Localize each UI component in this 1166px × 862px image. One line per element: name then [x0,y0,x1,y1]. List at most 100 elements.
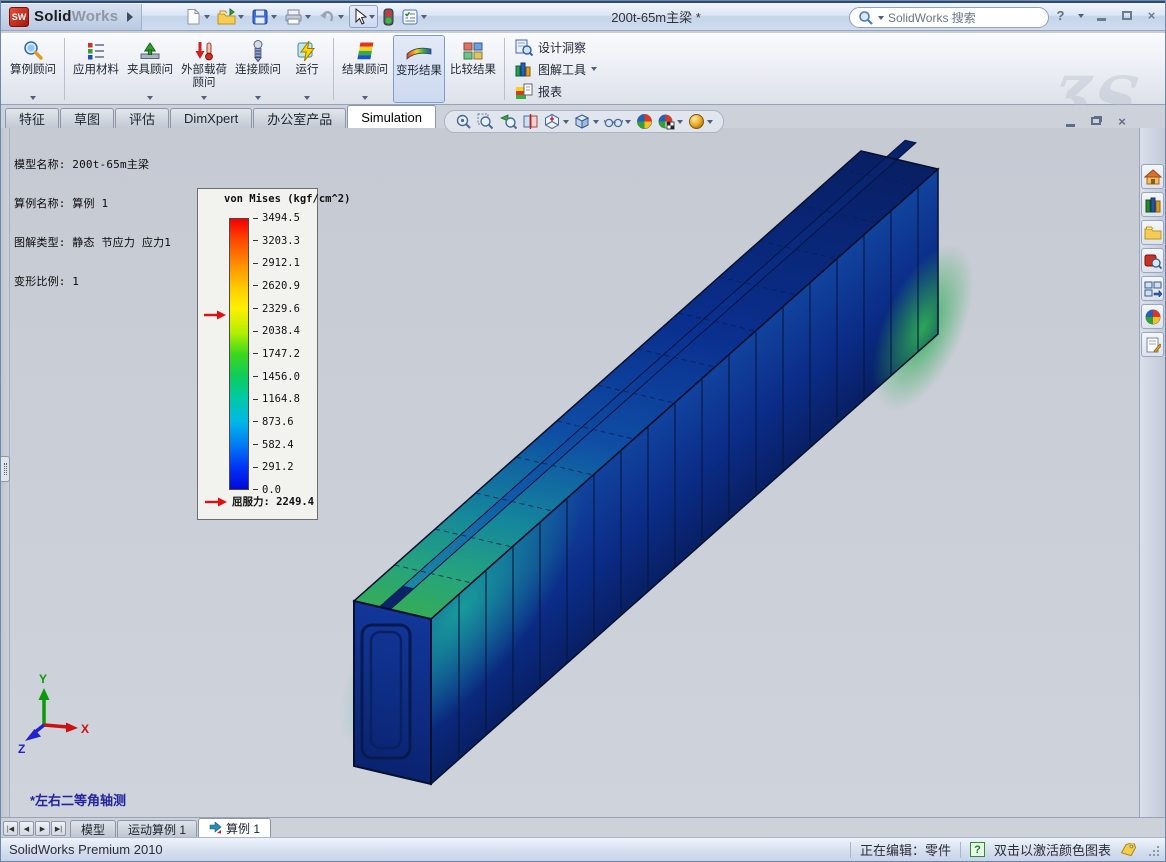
tab-evaluate[interactable]: 评估 [115,108,169,128]
dropdown-caret-icon[interactable] [271,15,277,19]
minimize-button[interactable] [1094,8,1109,23]
help-button[interactable]: ? [1053,8,1068,23]
hide-show-items-button[interactable] [604,114,631,129]
task-pane-strip [1139,128,1165,817]
search-input[interactable]: SolidWorks 搜索 [849,7,1049,28]
ribbon-button-plot-tools[interactable]: 图解工具 [514,59,597,79]
undo-button[interactable] [316,6,346,28]
save-button[interactable] [249,6,279,28]
dropdown-caret-icon[interactable] [707,120,713,124]
task-pane-view-palette-button[interactable] [1141,276,1164,301]
y-axis-arrow-icon [39,688,50,700]
view-settings-button[interactable] [688,113,713,130]
display-style-button[interactable] [574,113,599,130]
dropdown-caret-icon[interactable] [238,15,244,19]
ribbon-button-results-advisor[interactable]: 结果顾问 [339,35,391,103]
ribbon-button-connections-advisor[interactable]: 连接顾问 [232,35,284,103]
dropdown-caret-icon[interactable] [591,67,597,71]
dropdown-caret-icon[interactable] [304,96,310,100]
dropdown-caret-icon[interactable] [563,120,569,124]
task-pane-resources-button[interactable] [1141,164,1164,189]
dropdown-caret-icon[interactable] [421,15,427,19]
ribbon-button-run[interactable]: 运行 [286,35,328,103]
ribbon-label: 报表 [538,83,562,100]
doc-minimize-button[interactable] [1063,114,1077,128]
design-library-icon [1144,197,1162,213]
dropdown-caret-icon[interactable] [593,120,599,124]
previous-view-button[interactable] [499,113,517,130]
print-button[interactable] [282,6,313,28]
ribbon-button-fixtures-advisor[interactable]: 夹具顾问 [124,35,176,103]
dropdown-caret-icon[interactable] [147,96,153,100]
ribbon-button-report[interactable]: 报表 [514,81,597,101]
menu-expand-icon[interactable] [127,12,133,22]
dropdown-caret-icon[interactable] [362,96,368,100]
dropdown-caret-icon[interactable] [255,96,261,100]
plot-header-info: 模型名称: 200t-65m主梁 算例名称: 算例 1 图解类型: 静态 节应力… [14,132,171,314]
tab-office-products[interactable]: 办公室产品 [253,108,346,128]
app-menu[interactable]: SW SolidWorks [1,4,142,30]
dropdown-caret-icon[interactable] [30,96,36,100]
zoom-to-fit-button[interactable] [455,113,472,130]
help-caret-icon[interactable] [1078,14,1084,18]
beam-model[interactable] [10,128,1139,817]
tab-study-1[interactable]: 算例 1 [198,818,271,837]
section-view-button[interactable] [522,113,539,130]
ribbon-button-deformed-result[interactable]: 变形结果 [393,35,445,103]
task-pane-design-library-button[interactable] [1141,192,1164,217]
tab-motion-study-1[interactable]: 运动算例 1 [117,820,197,837]
tab-dimxpert[interactable]: DimXpert [170,108,252,128]
apply-scene-button[interactable] [658,113,683,130]
dropdown-caret-icon[interactable] [677,120,683,124]
tag-icon[interactable] [1120,843,1138,857]
command-manager-ribbon: 算例顾问 应用材料 夹具顾问 外部载荷顾问 [1,33,1165,105]
dropdown-caret-icon[interactable] [625,120,631,124]
doc-close-button[interactable]: × [1115,114,1129,128]
home-icon [1144,169,1162,185]
interference-check-button[interactable] [381,6,396,28]
dropdown-caret-icon[interactable] [305,15,311,19]
tab-model[interactable]: 模型 [70,820,116,837]
zoom-to-area-button[interactable] [477,113,494,130]
tab-features[interactable]: 特征 [5,108,59,128]
search-scope-caret-icon[interactable] [878,16,884,20]
new-document-button[interactable] [182,6,212,28]
panel-splitter-handle[interactable] [1,456,10,482]
status-help-icon[interactable]: ? [970,842,985,857]
tab-sketch[interactable]: 草图 [60,108,114,128]
dropdown-caret-icon[interactable] [369,15,375,19]
task-pane-file-explorer-button[interactable] [1141,220,1164,245]
tab-simulation[interactable]: Simulation [347,105,436,128]
ribbon-button-design-insight[interactable]: 设计洞察 [514,37,597,57]
dropdown-caret-icon[interactable] [201,96,207,100]
graphics-area[interactable]: 模型名称: 200t-65m主梁 算例名称: 算例 1 图解类型: 静态 节应力… [10,128,1139,817]
task-pane-search-button[interactable] [1141,248,1164,273]
folder-icon [1144,225,1162,240]
ribbon-button-study-advisor[interactable]: 算例顾问 [7,35,59,103]
select-tool-button[interactable] [349,5,378,28]
last-tab-button[interactable]: ▶| [51,821,66,836]
dropdown-caret-icon[interactable] [338,15,344,19]
doc-restore-button[interactable] [1089,114,1103,128]
resize-grip[interactable] [1147,844,1159,856]
ribbon-button-external-loads-advisor[interactable]: 外部载荷顾问 [178,35,230,103]
open-button[interactable] [215,6,246,28]
prev-tab-button[interactable]: ◀ [19,821,34,836]
edit-appearance-button[interactable] [636,113,653,130]
y-axis-label: Y [39,672,47,686]
window-controls: ? × [1053,8,1159,23]
view-orientation-button[interactable] [544,113,569,130]
maximize-button[interactable] [1119,8,1134,23]
first-tab-button[interactable]: |◀ [3,821,18,836]
next-tab-button[interactable]: ▶ [35,821,50,836]
ribbon-label: 连接顾问 [235,64,281,77]
task-pane-custom-properties-button[interactable] [1141,332,1164,357]
close-button[interactable]: × [1144,8,1159,23]
orientation-triad: Y X Z [12,659,96,757]
ribbon-button-apply-material[interactable]: 应用材料 [70,35,122,103]
task-pane-appearances-button[interactable] [1141,304,1164,329]
options-button[interactable] [399,6,429,28]
dropdown-caret-icon[interactable] [204,15,210,19]
ribbon-button-compare-results[interactable]: 比较结果 [447,35,499,103]
stress-legend[interactable]: von Mises (kgf/cm^2) 3494.5 3203.3 2912.… [197,188,318,520]
